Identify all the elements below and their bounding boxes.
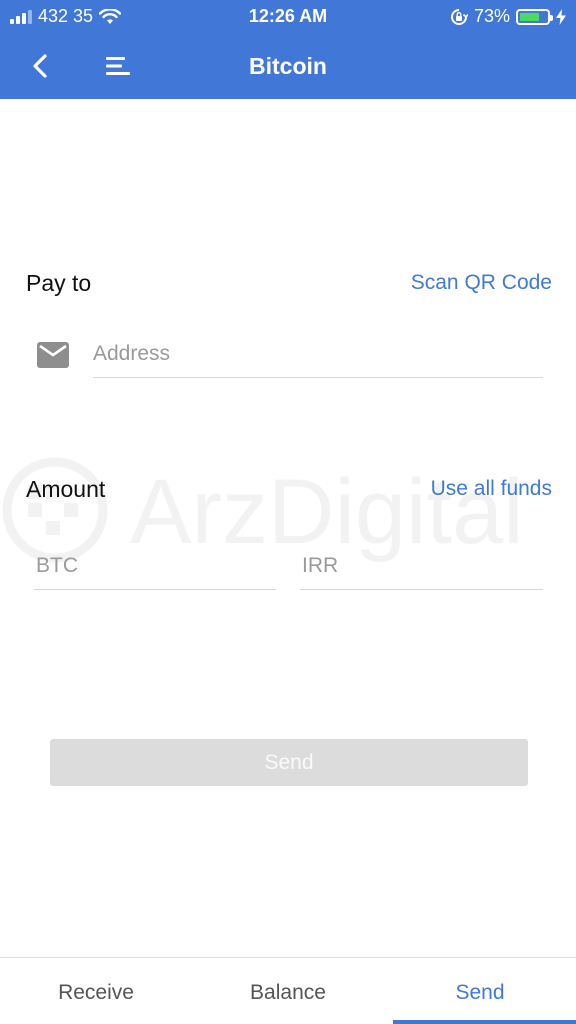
- battery-level: [520, 12, 539, 21]
- status-right: 73%: [450, 6, 566, 27]
- battery-icon: [516, 8, 553, 25]
- charging-bolt-icon: [556, 8, 566, 25]
- status-bar: 432 35 12:26 AM 73%: [0, 0, 576, 34]
- battery-percent: 73%: [473, 6, 510, 26]
- pay-to-label: Pay to: [26, 270, 92, 296]
- mail-icon: [37, 342, 69, 368]
- navigation-bar: Bitcoin: [0, 34, 576, 99]
- use-all-funds-link[interactable]: Use all funds: [431, 477, 552, 501]
- address-input[interactable]: [93, 336, 543, 378]
- tab-send[interactable]: Send: [384, 958, 576, 1024]
- amount-label: Amount: [26, 476, 106, 502]
- active-tab-indicator: [393, 1020, 576, 1024]
- orientation-lock-icon: [450, 8, 468, 25]
- irr-amount-input[interactable]: [300, 548, 543, 590]
- tab-balance[interactable]: Balance: [192, 958, 384, 1024]
- tab-receive[interactable]: Receive: [0, 958, 192, 1024]
- app-header: 432 35 12:26 AM 73% Bitcoin: [0, 0, 576, 99]
- scan-qr-code-link[interactable]: Scan QR Code: [411, 271, 552, 295]
- send-button[interactable]: Send: [50, 739, 528, 786]
- page-title: Bitcoin: [249, 53, 327, 79]
- bottom-tab-bar: Receive Balance Send: [0, 957, 576, 1024]
- btc-amount-input[interactable]: [34, 548, 276, 590]
